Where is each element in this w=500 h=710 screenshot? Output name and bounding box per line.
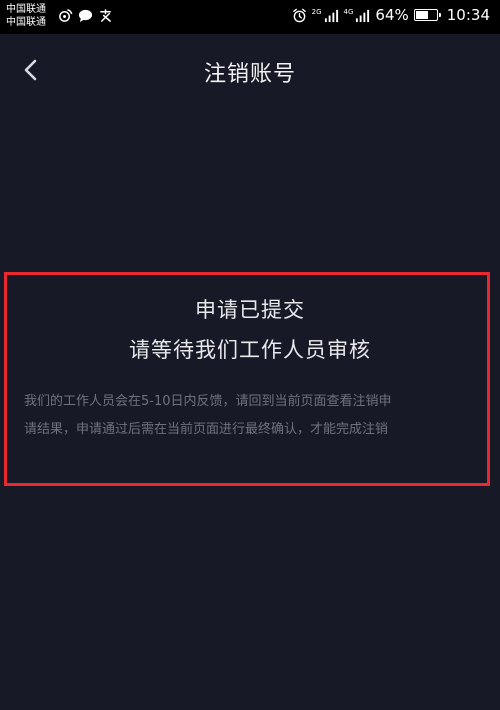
status-bar: 中国联通 中国联通 2G 4G 64% 10:34 (0, 0, 500, 34)
signal-icon (324, 9, 338, 22)
carrier-info: 中国联通 中国联通 (6, 3, 46, 29)
review-subheadline: 请等待我们工作人员审核 (129, 338, 371, 362)
clock: 10:34 (446, 6, 490, 24)
status-right: 2G 4G 64% 10:34 (292, 6, 490, 24)
submitted-headline: 申请已提交 (195, 298, 305, 322)
alarm-icon (292, 8, 306, 22)
review-description: 我们的工作人员会在5-10日内反馈，请回到当前页面查看注销申 请结果，申请通过后… (24, 388, 476, 444)
battery-level (415, 11, 428, 19)
battery-percent: 64% (375, 6, 409, 24)
app-icon (100, 9, 111, 22)
weibo-icon (59, 9, 73, 22)
network-type-label: 4G (343, 8, 354, 16)
network-type-label: 2G (311, 8, 322, 16)
description-line: 我们的工作人员会在5-10日内反馈，请回到当前页面查看注销申 (24, 394, 392, 409)
carrier-label-2: 中国联通 (6, 17, 46, 28)
notification-icons (58, 8, 113, 23)
nav-bar: 注销账号 (0, 34, 500, 106)
page-title: 注销账号 (203, 62, 296, 87)
signal-icon (356, 9, 370, 22)
battery-icon (413, 9, 441, 21)
status-message: 申请已提交 请等待我们工作人员审核 我们的工作人员会在5-10日内反馈，请回到当… (0, 296, 500, 444)
description-line: 请结果，申请通过后需在当前页面进行最终确认，才能完成注销 (24, 422, 389, 437)
carrier-label-1: 中国联通 (6, 4, 46, 15)
message-icon (78, 9, 93, 23)
